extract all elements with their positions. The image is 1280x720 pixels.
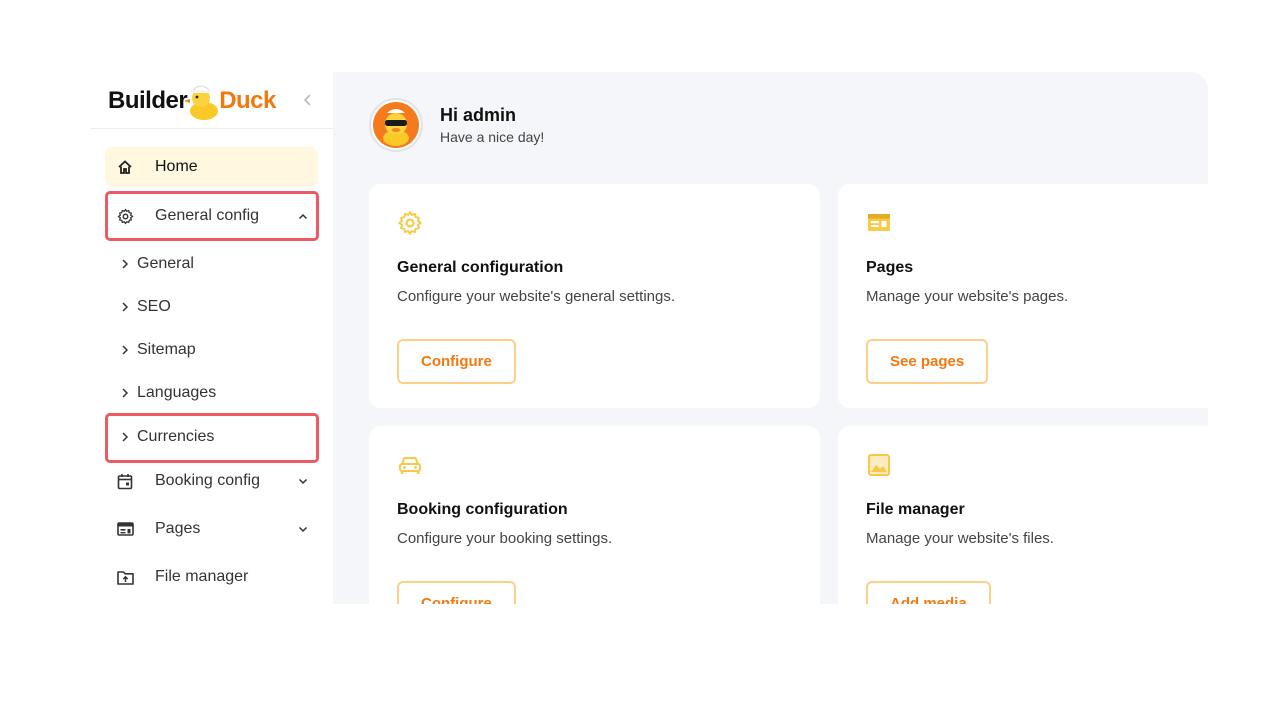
card-title: Booking configuration: [397, 501, 568, 518]
collapse-sidebar-button[interactable]: [300, 90, 316, 110]
see-pages-button[interactable]: See pages: [866, 339, 989, 384]
sidebar-divider: [90, 128, 333, 129]
card-description: Manage your website's pages.: [866, 288, 1069, 305]
sidebar-item-label: Home: [155, 158, 198, 175]
pages-icon: [105, 522, 145, 536]
chevron-left-icon: [303, 94, 311, 106]
sidebar-subitem-general[interactable]: General: [105, 245, 318, 283]
duck-avatar-icon: [373, 102, 419, 148]
sidebar-item-label: File manager: [155, 568, 249, 585]
calendar-icon: [105, 473, 145, 490]
greeting-subtitle: Have a nice day!: [440, 129, 545, 145]
brand-logo[interactable]: Builder Duck: [108, 78, 276, 124]
card-description: Configure your website's general setting…: [397, 288, 676, 305]
chevron-right-icon: [105, 344, 137, 356]
main-content: Hi admin Have a nice day! General config…: [333, 72, 1208, 604]
sidebar-subitem-sitemap[interactable]: Sitemap: [105, 331, 318, 369]
sidebar-item-label: Pages: [155, 520, 201, 537]
sidebar-subitem-currencies[interactable]: Currencies: [105, 418, 318, 456]
sidebar-subitem-label: Languages: [137, 384, 217, 401]
car-icon: [399, 457, 421, 474]
brand-name-builder: Builder: [108, 87, 188, 114]
pages-icon: [868, 214, 890, 231]
chevron-right-icon: [105, 258, 137, 270]
sidebar-item-file-manager[interactable]: File manager: [105, 557, 318, 597]
chevron-right-icon: [105, 431, 137, 443]
image-icon: [868, 454, 890, 476]
gear-icon: [105, 208, 145, 225]
card-title: File manager: [866, 501, 965, 518]
chevron-right-icon: [105, 387, 137, 399]
sidebar-item-label: Booking config: [155, 472, 260, 489]
sidebar-item-pages[interactable]: Pages: [105, 509, 318, 549]
chevron-right-icon: [105, 301, 137, 313]
card-title: General configuration: [397, 259, 564, 276]
duck-logo-icon: [184, 85, 219, 120]
chevron-up-icon: [288, 213, 318, 220]
app-window: Builder Duck Home General config General…: [90, 72, 1208, 604]
brand-name-duck: Duck: [219, 87, 276, 114]
home-icon: [105, 159, 145, 175]
configure-general-button[interactable]: Configure: [397, 339, 516, 384]
card-general-configuration: General configuration Configure your web…: [369, 184, 820, 408]
sidebar-item-general-config[interactable]: General config: [105, 196, 318, 236]
sidebar-subitem-label: General: [137, 255, 194, 272]
avatar[interactable]: [369, 98, 423, 152]
folder-upload-icon: [105, 570, 145, 585]
sidebar-subitem-label: Sitemap: [137, 341, 196, 358]
card-description: Configure your booking settings.: [397, 530, 613, 547]
card-booking-configuration: Booking configuration Configure your boo…: [369, 426, 820, 604]
card-title: Pages: [866, 259, 914, 276]
sidebar-item-home[interactable]: Home: [105, 147, 318, 187]
sidebar-subitem-languages[interactable]: Languages: [105, 374, 318, 412]
card-file-manager: File manager Manage your website's files…: [838, 426, 1208, 604]
sidebar-subitem-label: SEO: [137, 298, 171, 315]
sidebar: Builder Duck Home General config General…: [90, 72, 333, 604]
sidebar-item-booking-config[interactable]: Booking config: [105, 461, 318, 501]
greeting-title: Hi admin: [440, 105, 517, 125]
configure-booking-button[interactable]: Configure: [397, 581, 516, 604]
sidebar-subitem-label: Currencies: [137, 428, 215, 445]
card-pages: Pages Manage your website's pages. See p…: [838, 184, 1208, 408]
add-media-button[interactable]: Add media: [866, 581, 991, 604]
chevron-down-icon: [288, 526, 318, 533]
chevron-down-icon: [288, 478, 318, 485]
gear-icon: [398, 211, 422, 235]
card-description: Manage your website's files.: [866, 530, 1054, 547]
sidebar-subitem-seo[interactable]: SEO: [105, 288, 318, 326]
sidebar-item-label: General config: [155, 207, 260, 224]
